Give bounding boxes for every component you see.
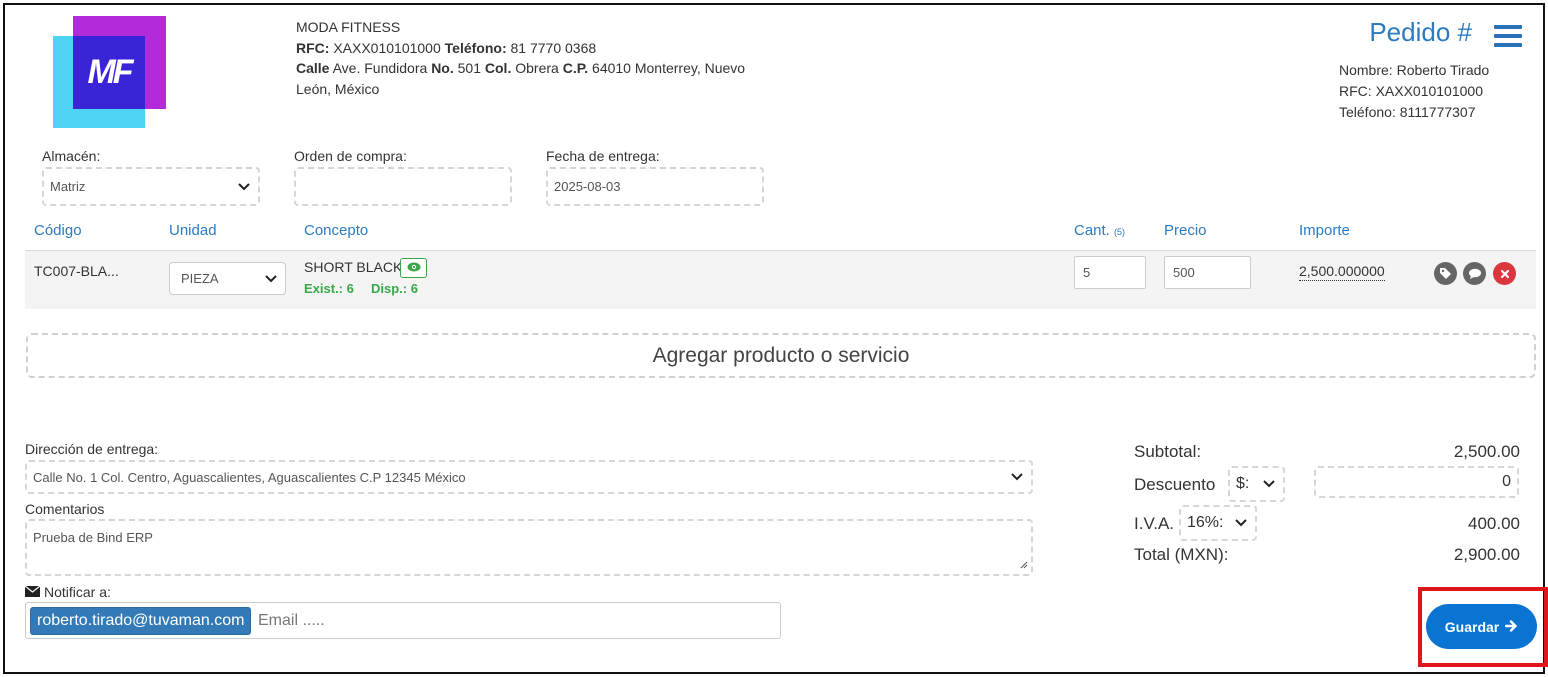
notify-email-field[interactable]: roberto.tirado@tuvaman.com Email ..... [25,602,781,639]
row-exist: Exist.: 6 [304,281,354,296]
po-label: Orden de compra: [294,148,407,164]
col-concept: Concepto [304,222,369,239]
notify-label: Notificar a: [24,584,111,600]
company-logo: MF [53,16,166,128]
chevron-down-icon [265,274,277,283]
col-price: Precio [1164,222,1207,239]
eye-icon [407,259,421,277]
row-price-input[interactable]: 500 [1164,256,1251,289]
add-product-button[interactable]: Agregar producto o servicio [26,333,1536,378]
company-rfc: XAXX010101000 [333,39,441,56]
resize-handle-icon[interactable] [1019,557,1028,572]
chevron-down-icon [1263,480,1275,488]
total-label: Total (MXN): [1134,545,1229,564]
warehouse-label: Almacén: [42,148,101,164]
delivery-address-label: Dirección de entrega: [25,441,159,457]
discount-type-select[interactable]: $: [1228,466,1285,502]
email-input[interactable]: Email ..... [258,612,325,630]
po-input[interactable] [294,167,512,206]
email-tag[interactable]: roberto.tirado@tuvaman.com [30,607,252,635]
iva-rate-select[interactable]: 16%: [1179,505,1257,541]
arrow-right-icon [1505,619,1518,635]
warehouse-select[interactable]: Matriz [42,167,260,206]
chevron-down-icon [238,182,250,191]
client-phone: 8111777307 [1399,104,1476,120]
delivery-address-select[interactable]: Calle No. 1 Col. Centro, Aguascalientes,… [25,460,1033,494]
subtotal-value: 2,500.00 [1453,442,1520,461]
subtotal-label: Subtotal: [1134,442,1202,461]
row-qty-input[interactable]: 5 [1074,256,1146,289]
row-concept: SHORT BLACK [304,259,403,275]
company-col: Obrera [515,60,559,76]
menu-icon[interactable] [1494,25,1522,47]
col-amount: Importe [1299,222,1350,239]
save-button[interactable]: Guardar [1426,604,1537,649]
discount-input[interactable]: 0 [1314,466,1519,498]
delivery-date-label: Fecha de entrega: [546,148,660,164]
iva-value: 400.00 [1468,514,1520,533]
chevron-down-icon [1011,473,1023,481]
company-state: León, México [296,80,380,97]
company-number: 501 [457,60,481,76]
row-amount[interactable]: 2,500.000000 [1299,263,1385,281]
client-name: Roberto Tirado [1396,62,1490,78]
comments-label: Comentarios [25,501,105,517]
client-info: Nombre: Roberto Tirado RFC: XAXX01010100… [1339,62,1490,120]
chevron-down-icon [1235,519,1247,527]
col-code: Código [34,222,82,239]
col-unit: Unidad [169,222,217,239]
comments-textarea[interactable]: Prueba de Bind ERP [25,519,1033,576]
discount-label: Descuento [1134,475,1216,494]
col-qty: Cant. (5) [1074,222,1126,239]
comment-icon[interactable] [1463,262,1486,285]
row-disp: Disp.: 6 [371,281,418,296]
delivery-date-input[interactable]: 2025-08-03 [546,167,764,206]
row-unit-select[interactable]: PIEZA [169,262,286,295]
total-value: 2,900.00 [1453,545,1520,564]
client-rfc: XAXX010101000 [1375,83,1483,99]
iva-label: I.V.A. [1134,514,1175,533]
company-name: MODA FITNESS [296,19,401,35]
company-cp-city: 64010 Monterrey, Nuevo [592,60,746,76]
company-phone: 81 7770 0368 [510,39,597,56]
page-title: Pedido # [1369,17,1472,47]
company-info: MODA FITNESS RFC: XAXX010101000 Teléfono… [296,17,776,99]
tag-icon[interactable] [1434,262,1457,285]
delete-icon[interactable] [1493,262,1516,285]
company-street: Ave. Fundidora [332,60,428,76]
view-product-button[interactable] [400,258,427,278]
envelope-icon [24,584,41,600]
row-code: TC007-BLA... [34,263,119,279]
